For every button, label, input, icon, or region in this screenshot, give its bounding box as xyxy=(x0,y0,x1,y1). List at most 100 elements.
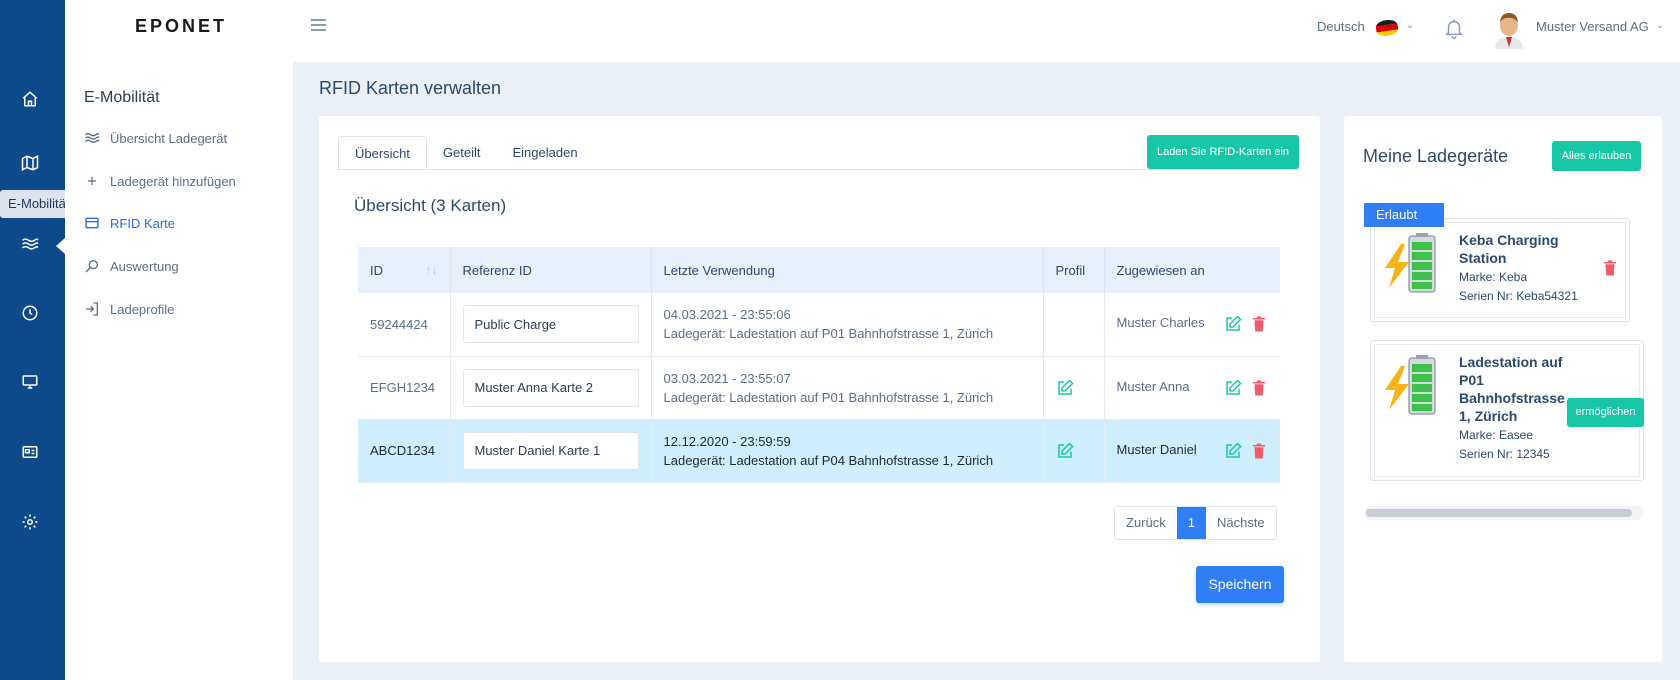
sidebar-item-label: Übersicht Ladegerät xyxy=(110,130,228,146)
tab-shared[interactable]: Geteilt xyxy=(427,136,497,170)
rfid-table: ID ↑↓ Referenz ID Letzte Verwendung Prof… xyxy=(358,247,1280,483)
edit-profile-icon[interactable] xyxy=(1056,441,1074,460)
table-header-row: ID ↑↓ Referenz ID Letzte Verwendung Prof… xyxy=(358,247,1280,293)
profile-cell xyxy=(1043,293,1105,357)
trash-icon[interactable] xyxy=(1250,442,1268,460)
user-name[interactable]: Muster Versand AG xyxy=(1536,19,1649,34)
edit-icon[interactable] xyxy=(1224,315,1242,333)
battery-charging-icon xyxy=(1385,355,1436,415)
sidebar: EPONET E-Mobilität Übersicht Ladegerät L… xyxy=(65,0,293,680)
assigned-to: Muster Anna xyxy=(1116,378,1190,394)
column-header-reference: Referenz ID xyxy=(450,247,652,293)
column-header-id[interactable]: ID ↑↓ xyxy=(358,247,451,293)
menu-toggle-icon[interactable] xyxy=(311,16,331,38)
icon-rail: E-Mobilität xyxy=(0,0,78,680)
allowed-badge: Erlaubt xyxy=(1364,203,1444,227)
column-header-assigned: Zugewiesen an xyxy=(1104,247,1280,293)
enable-button[interactable]: ermöglichen xyxy=(1567,398,1644,427)
reference-id-input[interactable] xyxy=(462,431,639,470)
last-used-cell: 12.12.2020 - 23:59:59 Ladegerät: Ladesta… xyxy=(651,419,1044,483)
edit-icon[interactable] xyxy=(1224,378,1242,397)
edit-icon[interactable] xyxy=(1224,441,1242,460)
tab-overview[interactable]: Übersicht xyxy=(338,136,427,170)
card-id: 59244424 xyxy=(358,293,451,357)
assigned-cell: Muster Anna xyxy=(1104,356,1280,420)
last-used-charger: Ladegerät: Ladestation auf P01 Bahnhofst… xyxy=(663,389,994,405)
sidebar-item-charge-profiles[interactable]: Ladeprofile xyxy=(84,298,174,320)
sidebar-item-label: Ladegerät hinzufügen xyxy=(110,173,236,189)
sidebar-item-rfid-card[interactable]: RFID Karte xyxy=(84,212,175,234)
pagination-prev[interactable]: Zurück xyxy=(1115,507,1177,539)
assigned-cell: Muster Daniel xyxy=(1104,419,1280,483)
charger-serial: Serien Nr: Keba54321 xyxy=(1459,289,1578,303)
assigned-to: Muster Charles xyxy=(1116,315,1205,331)
pagination-page[interactable]: 1 xyxy=(1176,507,1206,539)
language-label[interactable]: Deutsch xyxy=(1317,19,1365,34)
tab-divider xyxy=(338,169,1299,170)
chevron-down-icon[interactable]: ⌄ xyxy=(1656,20,1664,31)
sidebar-section-title: E-Mobilität xyxy=(84,89,160,106)
charger-name: Ladestation auf P01 Bahnhofstrasse 1, Zü… xyxy=(1459,354,1565,424)
reference-id-input[interactable] xyxy=(462,305,639,344)
charger-brand: Marke: Keba xyxy=(1459,270,1528,284)
rfid-cards-panel: Übersicht Geteilt Eingeladen Laden Sie R… xyxy=(319,116,1320,662)
trash-icon[interactable] xyxy=(1250,315,1268,333)
column-header-profile: Profil xyxy=(1043,247,1105,293)
card-id: ABCD1234 xyxy=(358,419,451,483)
charger-serial: Serien Nr: 12345 xyxy=(1459,447,1550,461)
sidebar-item-overview-charger[interactable]: Übersicht Ladegerät xyxy=(84,127,227,149)
scrollbar-thumb[interactable] xyxy=(1366,509,1632,517)
sidebar-item-add-charger[interactable]: Ladegerät hinzufügen xyxy=(84,170,236,192)
last-used-date: 03.03.2021 - 23:55:07 xyxy=(663,370,791,386)
active-pointer xyxy=(56,238,65,254)
charger-meta: Marke: Easee Serien Nr: 12345 xyxy=(1459,426,1550,464)
assigned-to: Muster Daniel xyxy=(1116,441,1197,457)
map-icon[interactable] xyxy=(19,152,41,174)
germany-flag-icon[interactable] xyxy=(1374,18,1400,38)
plus-icon xyxy=(84,173,100,189)
tab-bar: Übersicht Geteilt Eingeladen xyxy=(338,136,594,170)
sort-icon[interactable]: ↑↓ xyxy=(426,263,438,277)
card-icon[interactable] xyxy=(19,441,41,463)
charger-card[interactable]: Keba Charging Station Marke: Keba Serien… xyxy=(1370,218,1630,322)
bell-icon[interactable] xyxy=(1443,16,1465,40)
sidebar-item-evaluation[interactable]: Auswertung xyxy=(84,255,179,277)
pagination: Zurück 1 Nächste xyxy=(1114,506,1277,540)
section-subtitle: Übersicht (3 Karten) xyxy=(354,196,507,215)
save-button[interactable]: Speichern xyxy=(1196,566,1284,603)
chevron-down-icon[interactable]: ⌄ xyxy=(1406,20,1414,31)
trash-icon[interactable] xyxy=(1250,379,1268,397)
allow-all-button[interactable]: Alles erlauben xyxy=(1552,141,1641,171)
clock-icon[interactable] xyxy=(19,302,41,324)
profile-cell xyxy=(1043,419,1105,483)
last-used-charger: Ladegerät: Ladestation auf P01 Bahnhofst… xyxy=(663,326,994,342)
last-used-date: 04.03.2021 - 23:55:06 xyxy=(663,307,791,323)
table-row[interactable]: 59244424 04.03.2021 - 23:55:06 Ladegerät… xyxy=(358,293,1280,357)
edit-profile-icon[interactable] xyxy=(1056,378,1074,397)
logo[interactable]: EPONET xyxy=(135,16,227,37)
sidebar-item-label: Ladeprofile xyxy=(110,301,175,317)
column-header-last-used: Letzte Verwendung xyxy=(651,247,1044,293)
charger-meta: Marke: Keba Serien Nr: Keba54321 xyxy=(1459,268,1578,306)
table-row[interactable]: ABCD1234 12.12.2020 - 23:59:59 Ladegerät… xyxy=(358,419,1280,483)
monitor-icon[interactable] xyxy=(19,371,41,393)
gear-icon[interactable] xyxy=(19,511,41,533)
page-title: RFID Karten verwalten xyxy=(319,78,502,98)
pagination-next[interactable]: Nächste xyxy=(1205,507,1276,539)
waves-icon xyxy=(84,130,100,146)
reference-id-input[interactable] xyxy=(462,368,639,407)
table-row[interactable]: EFGH1234 03.03.2021 - 23:55:07 Ladegerät… xyxy=(358,356,1280,420)
tab-invited[interactable]: Eingeladen xyxy=(497,136,594,170)
avatar[interactable] xyxy=(1491,9,1527,49)
load-rfid-cards-button[interactable]: Laden Sie RFID-Karten ein xyxy=(1147,135,1299,169)
column-header-label: ID xyxy=(370,262,383,278)
panel-title: Meine Ladegeräte xyxy=(1363,146,1509,166)
last-used-date: 12.12.2020 - 23:59:59 xyxy=(663,433,791,449)
card-icon xyxy=(84,215,100,231)
login-icon xyxy=(84,301,100,317)
reference-cell xyxy=(450,419,652,483)
trash-icon[interactable] xyxy=(1601,259,1619,277)
horizontal-scrollbar[interactable] xyxy=(1364,506,1644,520)
home-icon[interactable] xyxy=(19,88,41,110)
waves-icon[interactable] xyxy=(19,233,41,255)
